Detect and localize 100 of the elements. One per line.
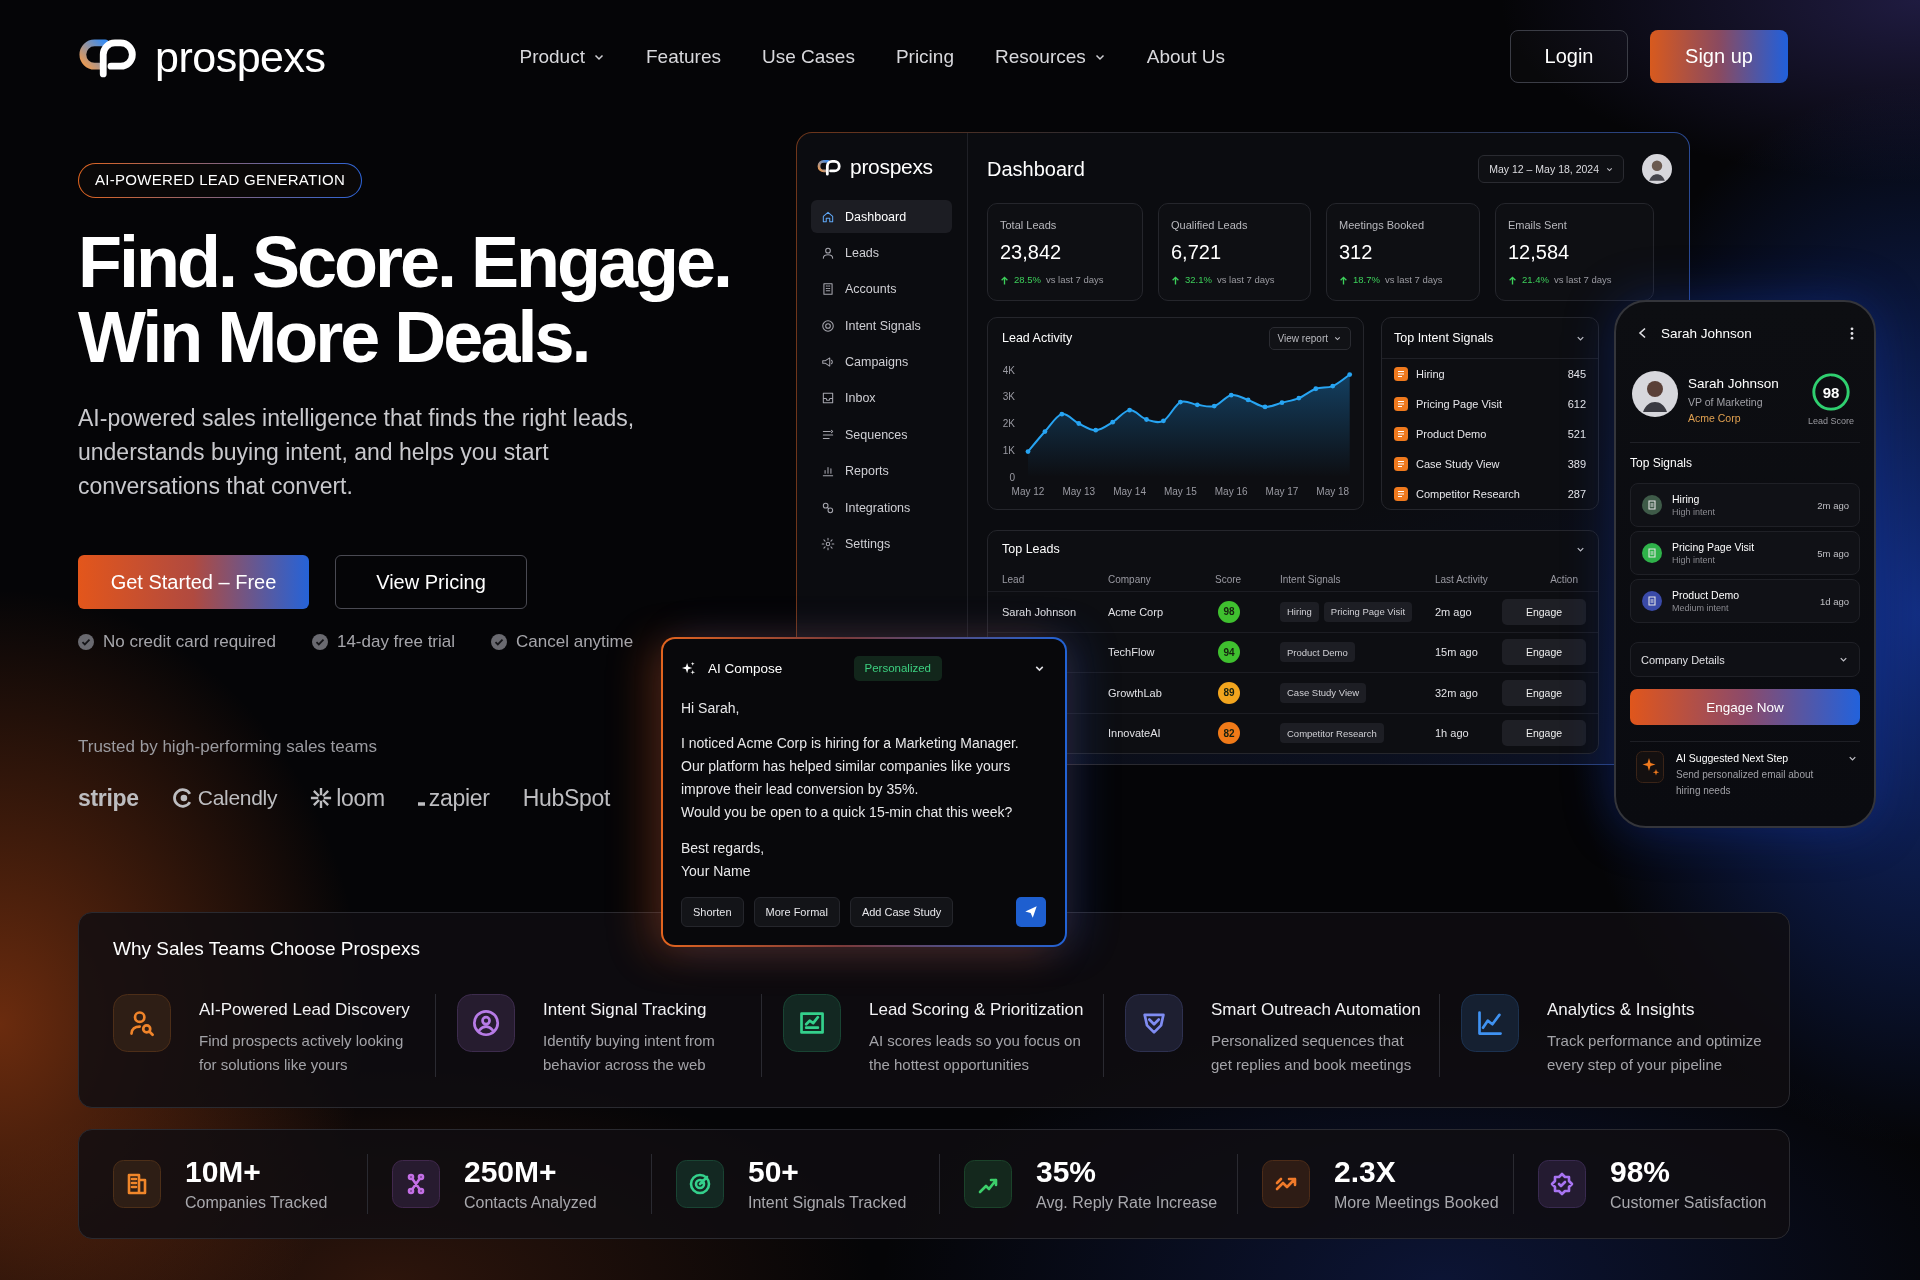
period-label: vs last 7 days: [1045, 274, 1104, 286]
signal-count: 845: [1567, 368, 1586, 380]
view-report-button[interactable]: View report: [1268, 326, 1351, 350]
sidebar-item[interactable]: Leads: [811, 236, 952, 270]
sidebar-item[interactable]: Accounts: [811, 272, 952, 306]
data-point: [1059, 411, 1065, 417]
signal-tag: Product Demo: [1280, 642, 1355, 663]
sidebar-item[interactable]: Reports: [811, 454, 952, 488]
company-name: InnovateAI: [1108, 727, 1161, 740]
company-details-toggle[interactable]: Company Details: [1630, 642, 1860, 677]
compose-action-button[interactable]: Shorten: [681, 897, 744, 927]
date-range-picker[interactable]: May 12 – May 18, 2024: [1478, 155, 1624, 183]
card-title: Lead Activity: [1002, 331, 1073, 345]
compose-action-button[interactable]: Add Case Study: [849, 897, 954, 927]
lead-name: Sarah Johnson: [1002, 605, 1076, 618]
contact-name: Sarah Johnson: [1688, 375, 1779, 392]
more-options-icon[interactable]: [1850, 326, 1854, 340]
section-title: Top Signals: [1630, 455, 1693, 471]
signal-time: 5m ago: [1817, 547, 1849, 559]
signal-tag: Pricing Page Visit: [1323, 601, 1413, 622]
inbox-icon: [821, 391, 835, 406]
c-ring-icon: [171, 787, 194, 809]
stat-value: 312: [1339, 240, 1374, 264]
feature-description: AI scores leads so you focus on the hottest opportunities: [869, 1031, 1082, 1075]
signal-card[interactable]: Pricing Page Visit High intent 5m ago: [1630, 531, 1860, 575]
nav-link[interactable]: Product: [519, 45, 605, 68]
perk-text: 14-day free trial: [336, 632, 456, 652]
intent-level: High intent: [1672, 506, 1716, 518]
axis-label: May 18: [1316, 486, 1350, 497]
stat-caption: Contacts Analyzed: [464, 1193, 597, 1213]
nav-link[interactable]: About Us: [1146, 45, 1225, 68]
axis-label: May 16: [1214, 486, 1248, 497]
send-button[interactable]: [1016, 897, 1046, 927]
compose-action-button[interactable]: More Formal: [753, 897, 840, 927]
signup-button[interactable]: Sign up: [1650, 30, 1788, 83]
lead-score-label: Lead Score: [1807, 416, 1854, 426]
get-started-button[interactable]: Get Started – Free: [78, 555, 309, 609]
feature-title: Lead Scoring & Prioritization: [869, 999, 1085, 1021]
shield-icon: [1125, 994, 1183, 1052]
data-point: [1093, 427, 1099, 433]
nav-link[interactable]: Pricing: [895, 45, 954, 68]
user-search-icon: [113, 994, 171, 1052]
engage-button[interactable]: Engage: [1502, 720, 1586, 747]
email-signoff: Your Name: [681, 862, 751, 881]
bar-chart-icon: [821, 464, 835, 479]
stat-number: 35%: [1036, 1155, 1098, 1189]
signal-card[interactable]: Hiring High intent 2m ago: [1630, 483, 1860, 527]
data-point: [1330, 383, 1336, 389]
page-title: Dashboard: [987, 157, 1085, 181]
column-header: Intent Signals: [1280, 573, 1342, 585]
data-point: [1194, 402, 1200, 408]
asterisk-icon: [310, 787, 333, 809]
signal-card[interactable]: Product Demo Medium intent 1d ago: [1630, 579, 1860, 623]
user-icon: [821, 245, 835, 260]
sidebar-item[interactable]: Integrations: [811, 491, 952, 525]
compose-title: AI Compose: [708, 660, 783, 676]
engage-button[interactable]: Engage: [1502, 679, 1586, 706]
nav-link[interactable]: Features: [645, 45, 721, 68]
sidebar-item[interactable]: Sequences: [811, 418, 952, 452]
sparkle-icon: [1636, 751, 1664, 783]
change-value: 28.5%: [1014, 274, 1041, 286]
feature-description: Identify buying intent from behavior across the web: [543, 1031, 716, 1075]
change-value: 32.1%: [1185, 274, 1212, 286]
sidebar-item[interactable]: Campaigns: [811, 345, 952, 379]
avatar: [1632, 371, 1678, 417]
axis-label: 1K: [1002, 444, 1015, 456]
data-point: [1076, 421, 1082, 426]
dash-icon: [417, 802, 425, 806]
home-icon: [821, 209, 835, 224]
signal-name: Case Study View: [1416, 458, 1500, 470]
data-point: [1025, 449, 1031, 454]
engage-now-button[interactable]: Engage Now: [1630, 689, 1860, 725]
data-point: [1042, 429, 1048, 434]
data-point: [1110, 419, 1116, 425]
nav-link[interactable]: Use Cases: [761, 45, 855, 68]
sidebar-item[interactable]: Dashboard: [811, 200, 952, 233]
engage-button[interactable]: Engage: [1502, 639, 1586, 666]
view-pricing-button[interactable]: View Pricing: [335, 555, 527, 609]
data-point: [1228, 392, 1234, 398]
sidebar-item[interactable]: Inbox: [811, 381, 952, 415]
column-header: Score: [1215, 573, 1243, 585]
screen-title: Sarah Johnson: [1661, 325, 1752, 341]
nav-link[interactable]: Resources: [994, 45, 1106, 68]
sidebar-item[interactable]: Intent Signals: [811, 309, 952, 343]
megaphone-icon: [821, 355, 835, 370]
engage-button[interactable]: Engage: [1502, 598, 1586, 625]
column-header: Action: [1549, 573, 1579, 585]
period-label: vs last 7 days: [1384, 274, 1443, 286]
section-title: Why Sales Teams Choose Prospexs: [113, 937, 420, 961]
personalized-tag: Personalized: [853, 655, 942, 681]
stat-caption: Intent Signals Tracked: [748, 1193, 907, 1213]
login-button[interactable]: Login: [1510, 30, 1628, 83]
column-header: Company: [1108, 573, 1152, 585]
data-point: [1127, 407, 1132, 413]
sidebar-item[interactable]: Settings: [811, 527, 952, 561]
stat-label: Meetings Booked: [1339, 218, 1425, 232]
contact-company: Acme Corp: [1688, 411, 1742, 426]
company-name: GrowthLab: [1108, 686, 1162, 699]
data-point: [1161, 418, 1166, 424]
signal-tag: Hiring: [1280, 601, 1319, 622]
